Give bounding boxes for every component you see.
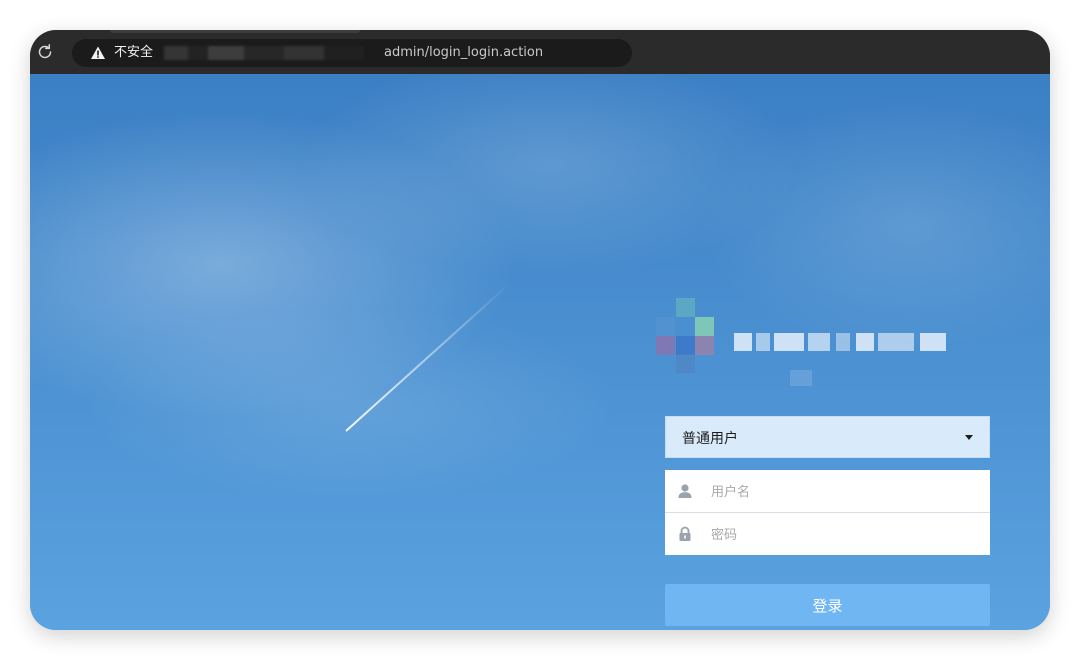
user-type-value: 普通用户: [682, 431, 738, 447]
login-button[interactable]: 登录: [665, 584, 990, 626]
user-type-select[interactable]: 普通用户: [665, 416, 990, 458]
chevron-down-icon: [965, 435, 973, 440]
username-field[interactable]: [709, 478, 983, 506]
user-icon: [678, 484, 692, 498]
warning-icon[interactable]: [90, 45, 106, 61]
security-label[interactable]: 不安全: [114, 44, 153, 62]
login-page: 普通用户 登录: [30, 74, 1050, 630]
brand-name-redacted: [734, 333, 946, 351]
tab-strip: [110, 30, 360, 33]
logo: [656, 298, 718, 373]
reload-icon[interactable]: [36, 43, 54, 61]
password-field[interactable]: [709, 521, 983, 549]
browser-toolbar: 不安全 admin/login_login.action: [30, 30, 1050, 74]
username-row: [665, 470, 990, 513]
lock-icon: [679, 526, 691, 541]
redacted-host: [164, 46, 364, 60]
credentials-form: [665, 470, 990, 555]
browser-window: 不安全 admin/login_login.action 普通用户 用户名 登录: [30, 30, 1050, 630]
address-bar[interactable]: 不安全 admin/login_login.action: [72, 39, 632, 67]
brand-subtitle-redacted: [790, 370, 812, 386]
url-text[interactable]: admin/login_login.action: [384, 44, 543, 62]
airplane-contrail: [345, 283, 511, 432]
password-row: [665, 513, 990, 555]
